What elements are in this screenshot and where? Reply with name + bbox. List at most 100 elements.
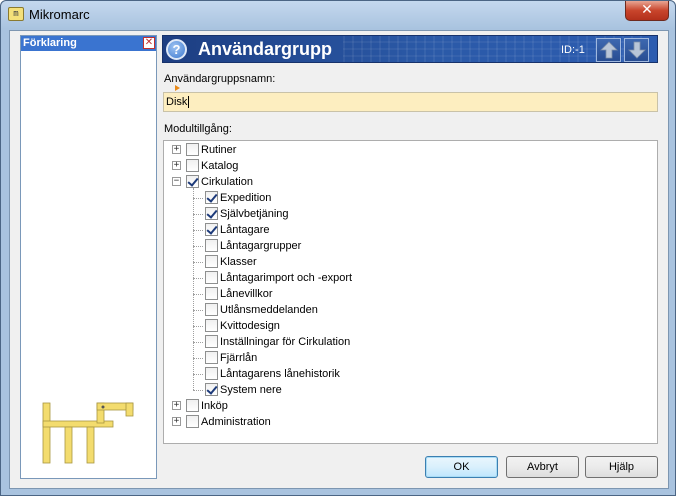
expand-icon[interactable]: + [172, 417, 181, 426]
tree-item-label: Låntagargrupper [220, 240, 302, 252]
module-checkbox[interactable] [205, 223, 218, 236]
previous-record-button[interactable] [596, 38, 621, 62]
tree-item-label: Klasser [220, 256, 257, 268]
required-marker-icon [175, 85, 180, 91]
tree-item[interactable]: Låntagare [164, 222, 654, 238]
text-caret [188, 96, 190, 109]
collapse-icon[interactable]: − [172, 177, 181, 186]
module-checkbox[interactable] [186, 143, 199, 156]
tree-item[interactable]: Låntagargrupper [164, 238, 654, 254]
tree-branch-line [193, 278, 203, 279]
tree-item-label: Självbetjäning [220, 208, 289, 220]
module-checkbox[interactable] [205, 367, 218, 380]
tree-branch-line [193, 310, 203, 311]
tree-branch-line [193, 358, 203, 359]
module-checkbox[interactable] [205, 255, 218, 268]
tree-item[interactable]: Låntagarens lånehistorik [164, 366, 654, 382]
module-checkbox[interactable] [205, 207, 218, 220]
window-close-button[interactable]: ✕ [625, 1, 669, 21]
tree-branch-line [193, 390, 203, 391]
module-checkbox[interactable] [205, 383, 218, 396]
tree-item-label: Låntagarimport och -export [220, 272, 353, 284]
expand-icon[interactable]: + [172, 161, 181, 170]
tree-item-label: Kvittodesign [220, 320, 280, 332]
tree-item-label: Administration [201, 416, 271, 428]
explanation-panel-header: Förklaring ✕ [21, 36, 156, 51]
module-checkbox[interactable] [186, 399, 199, 412]
tree-item[interactable]: + Katalog [164, 158, 654, 174]
group-name-label: Användargruppsnamn: [164, 73, 276, 85]
module-checkbox[interactable] [205, 335, 218, 348]
tree-item-label: Fjärrlån [220, 352, 258, 364]
tree-item[interactable]: Självbetjäning [164, 206, 654, 222]
module-checkbox[interactable] [205, 303, 218, 316]
tree-item[interactable]: Inställningar för Cirkulation [164, 334, 654, 350]
help-icon[interactable]: ? [166, 39, 187, 60]
group-name-value: Disk [166, 96, 188, 108]
header-banner: ? Användargrupp ID:-1 [162, 35, 658, 63]
module-checkbox[interactable] [205, 191, 218, 204]
tree-item[interactable]: Lånevillkor [164, 286, 654, 302]
tree-branch-line [193, 198, 203, 199]
module-access-label: Modultillgång: [164, 123, 232, 135]
record-id: ID:-1 [561, 44, 585, 56]
arrow-up-icon [600, 41, 618, 59]
app-window: m Mikromarc ✕ Förklaring ✕ ? Användargru… [0, 0, 676, 496]
module-checkbox[interactable] [205, 271, 218, 284]
tree-item[interactable]: + Rutiner [164, 142, 654, 158]
tree-item[interactable]: Fjärrlån [164, 350, 654, 366]
tree-item[interactable]: Låntagarimport och -export [164, 270, 654, 286]
explanation-panel-title: Förklaring [23, 37, 77, 49]
module-checkbox[interactable] [186, 159, 199, 172]
group-name-input[interactable]: Disk [163, 92, 658, 112]
arrow-down-icon [628, 41, 646, 59]
tree-item[interactable]: Kvittodesign [164, 318, 654, 334]
tree-branch-line [193, 374, 203, 375]
tree-item-label: Cirkulation [201, 176, 253, 188]
module-checkbox[interactable] [205, 287, 218, 300]
next-record-button[interactable] [624, 38, 649, 62]
module-checkbox[interactable] [205, 351, 218, 364]
explanation-panel: Förklaring ✕ [20, 35, 157, 479]
tree-item-label: System nere [220, 384, 282, 396]
expand-icon[interactable]: + [172, 145, 181, 154]
tree-item-label: Inköp [201, 400, 228, 412]
app-icon: m [8, 7, 24, 21]
dialog-client-area: Förklaring ✕ ? Användargrupp ID:-1 Använ… [9, 30, 669, 489]
tree-branch-line [193, 214, 203, 215]
tree-item-label: Katalog [201, 160, 239, 172]
tree-branch-line [193, 342, 203, 343]
tree-item-label: Inställningar för Cirkulation [220, 336, 351, 348]
module-tree[interactable]: + Rutiner + Katalog − Cirkulation Expedition Sj… [163, 140, 658, 444]
module-checkbox[interactable] [186, 415, 199, 428]
tree-item-label: Rutiner [201, 144, 237, 156]
tree-branch-line [193, 326, 203, 327]
module-checkbox[interactable] [205, 319, 218, 332]
tree-item[interactable]: + Administration [164, 414, 654, 430]
tree-item[interactable]: Utlånsmeddelanden [164, 302, 654, 318]
module-checkbox[interactable] [186, 175, 199, 188]
tree-item[interactable]: System nere [164, 382, 654, 398]
tree-item[interactable]: Expedition [164, 190, 654, 206]
title-bar[interactable]: m Mikromarc ✕ [1, 1, 675, 29]
tree-item-label: Låntagare [220, 224, 270, 236]
tree-item[interactable]: − Cirkulation [164, 174, 654, 190]
help-button[interactable]: Hjälp [585, 456, 658, 478]
tree-branch-line [193, 246, 203, 247]
module-checkbox[interactable] [205, 239, 218, 252]
tree-branch-line [193, 230, 203, 231]
window-title: Mikromarc [29, 7, 90, 22]
tree-branch-line [193, 294, 203, 295]
panel-close-icon[interactable]: ✕ [143, 37, 155, 49]
tree-item-label: Expedition [220, 192, 272, 204]
tree-item-label: Utlånsmeddelanden [220, 304, 318, 316]
ok-button[interactable]: OK [425, 456, 498, 478]
expand-icon[interactable]: + [172, 401, 181, 410]
cancel-button[interactable]: Avbryt [506, 456, 579, 478]
tree-item[interactable]: + Inköp [164, 398, 654, 414]
page-title: Användargrupp [198, 39, 333, 59]
mikromarc-logo [42, 402, 134, 464]
tree-branch-line [193, 262, 203, 263]
tree-item[interactable]: Klasser [164, 254, 654, 270]
tree-item-label: Låntagarens lånehistorik [220, 368, 340, 380]
